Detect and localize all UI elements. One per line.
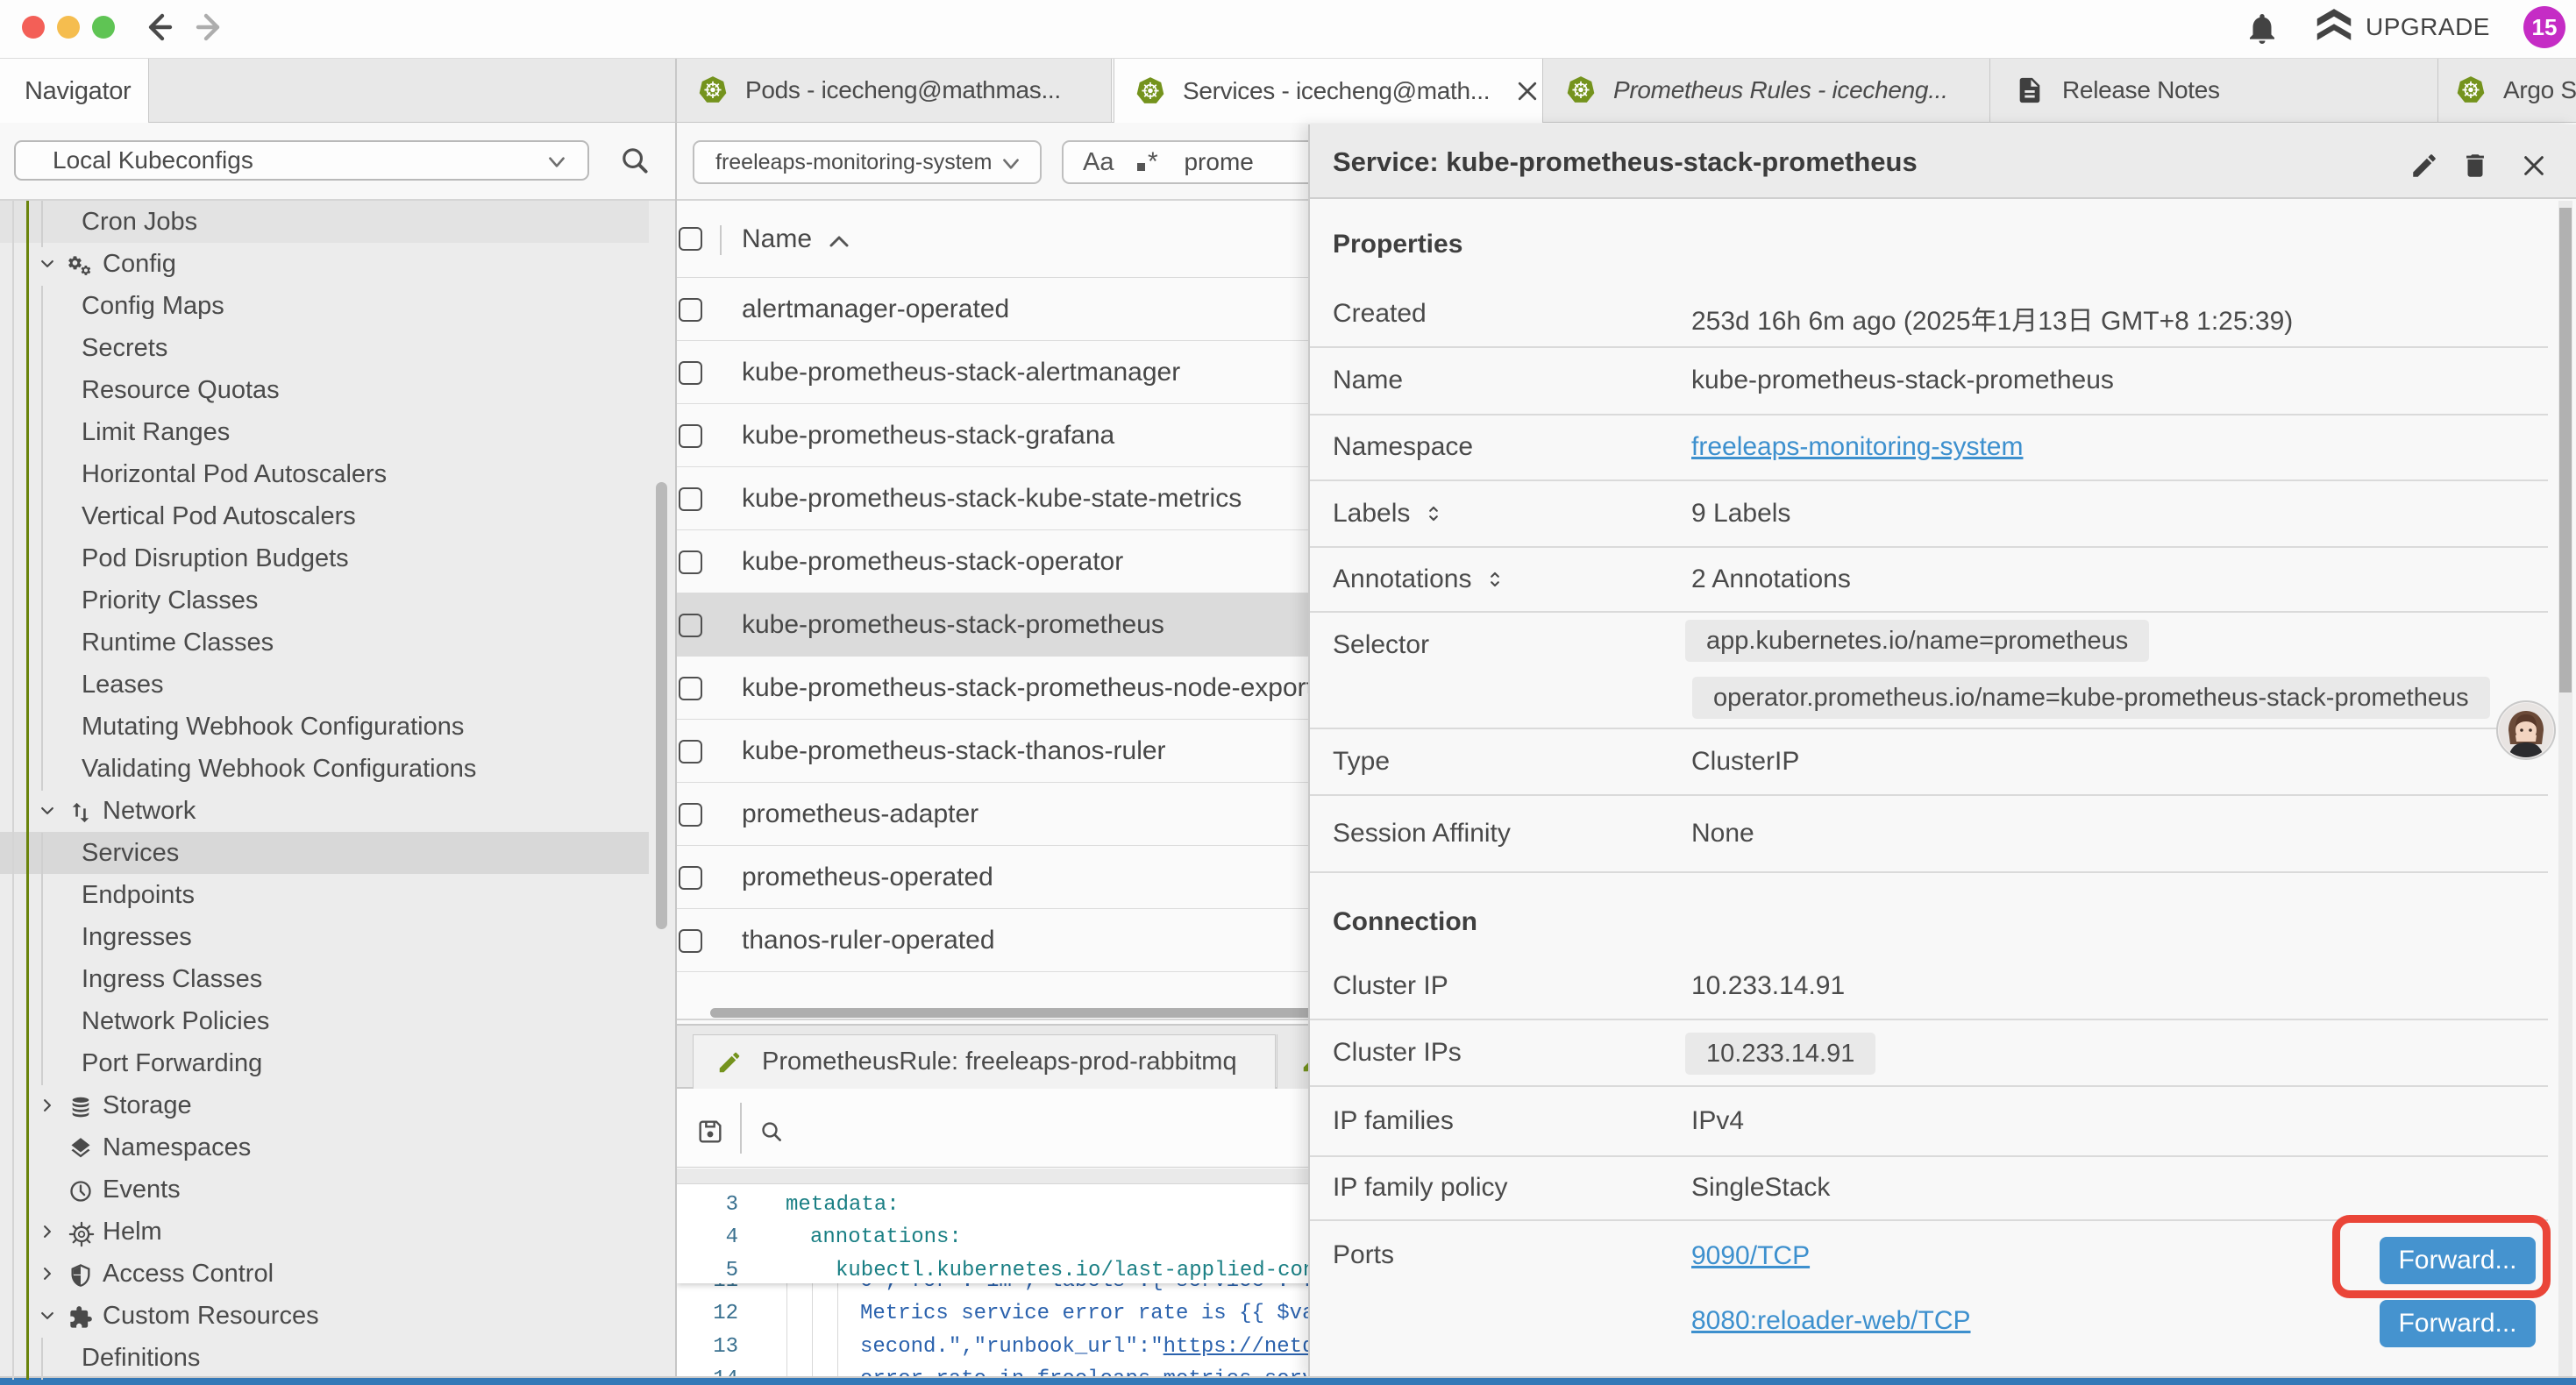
svg-text:*: * [1148, 149, 1158, 175]
